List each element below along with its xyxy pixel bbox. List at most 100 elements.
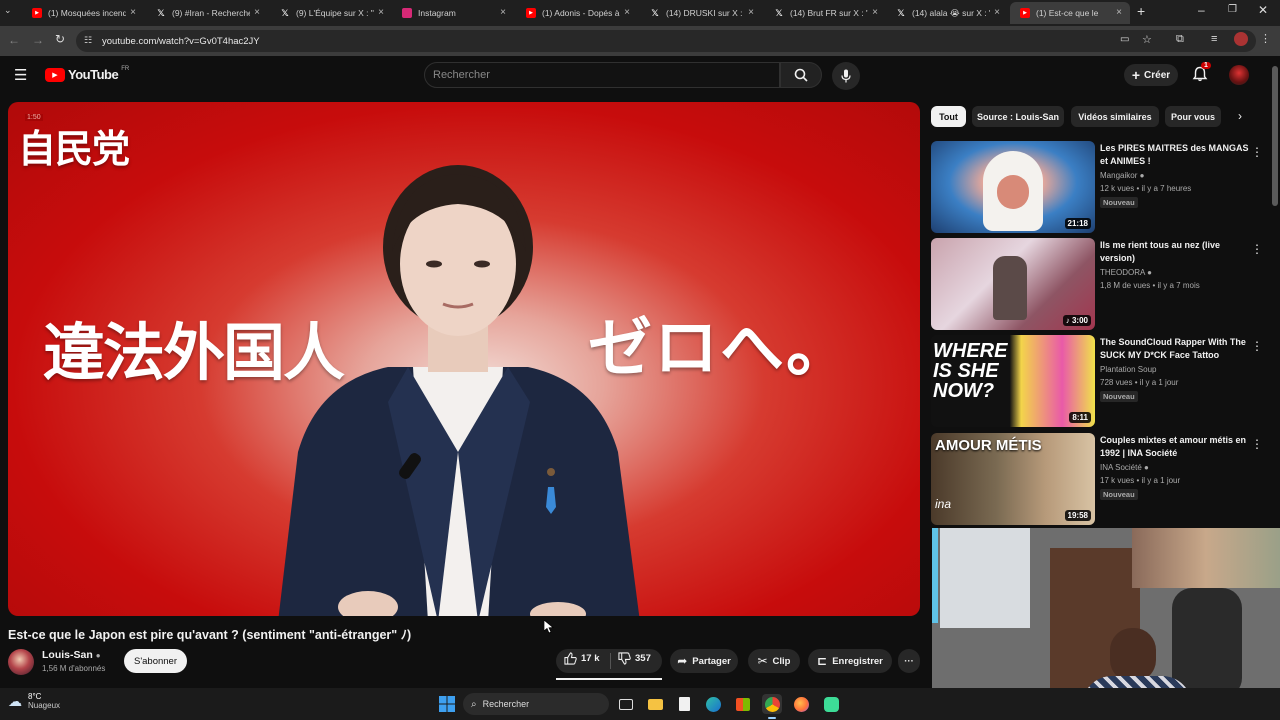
channel-name[interactable]: Louis-San ● <box>42 649 101 661</box>
browser-tab[interactable]: ▶ (1) Adonis - Dopés à × <box>516 2 638 24</box>
guide-menu-icon[interactable]: ☰ <box>14 66 27 84</box>
search-input[interactable]: Rechercher <box>424 62 780 88</box>
weather-temperature: 8°C <box>28 692 42 701</box>
share-button[interactable]: ➦ Partager <box>670 649 738 673</box>
video-player[interactable]: 1:50 自民党 違法外国人 ゼロへ。 <box>8 102 920 616</box>
close-tab-icon[interactable]: × <box>500 7 506 18</box>
site-info-icon[interactable]: ☷ <box>84 35 92 46</box>
reload-icon[interactable]: ↻ <box>55 32 65 46</box>
video-actions-row: Louis-San ● 1,56 M d'abonnés S'abonner 1… <box>8 646 920 680</box>
browser-tab[interactable]: 𝕏 (14) Brut FR sur X : " × <box>764 2 886 24</box>
like-button[interactable]: 17 k <box>564 652 600 665</box>
browser-tab[interactable]: 𝕏 (14) alala 😭 sur X : " × <box>886 2 1008 24</box>
app-icon[interactable] <box>821 694 841 714</box>
recommendation-channel: Mangaikor ● <box>1100 171 1144 180</box>
chip-similar[interactable]: Vidéos similaires <box>1071 106 1159 127</box>
recommendation-thumbnail[interactable]: 21:18 <box>931 141 1095 233</box>
active-app-indicator <box>768 717 776 719</box>
recommendation-thumbnail[interactable]: ♪ 3:00 <box>931 238 1095 330</box>
chip-for-you[interactable]: Pour vous <box>1165 106 1221 127</box>
search-button[interactable] <box>780 62 822 88</box>
close-tab-icon[interactable]: × <box>254 7 260 18</box>
tab-label: (14) DRUSKI sur X : " <box>666 8 744 18</box>
minimize-icon[interactable]: – <box>1198 3 1205 17</box>
duration-text: 3:00 <box>1071 316 1088 325</box>
browser-tab[interactable]: ▶ (1) Est-ce que le × <box>1010 2 1130 24</box>
maximize-icon[interactable]: ❐ <box>1228 4 1237 15</box>
store-glyph <box>736 697 750 711</box>
file-explorer-icon[interactable] <box>645 694 665 714</box>
close-tab-icon[interactable]: × <box>378 7 384 18</box>
weather-widget[interactable]: ☁ 8°C Nuageux <box>8 692 60 710</box>
extensions-icon[interactable]: ⧉ <box>1176 33 1184 46</box>
voice-search-button[interactable] <box>832 62 860 90</box>
recommendation-thumbnail[interactable]: AMOUR MÉTIS ina 19:58 <box>931 433 1095 525</box>
chevron-right-icon[interactable]: › <box>1238 109 1242 123</box>
save-button[interactable]: ⊏ Enregistrer <box>808 649 892 673</box>
bookmark-icon: ⊏ <box>817 654 828 668</box>
new-tab-icon[interactable]: + <box>1137 3 1145 19</box>
recommendation-item[interactable]: ♪ 3:00 Ils me rient tous au nez (live ve… <box>931 238 1271 332</box>
chip-source[interactable]: Source : Louis-San <box>972 106 1064 127</box>
youtube-page: ☰ ▶ YouTube FR Rechercher + Créer 1 1:50… <box>0 56 1280 720</box>
x-icon: 𝕏 <box>775 7 783 18</box>
dislike-button[interactable]: 357 <box>618 652 651 665</box>
chrome-glyph <box>764 696 780 712</box>
browser-tab[interactable]: ▶ (1) Mosquées incend × <box>22 2 144 24</box>
tab-search-toolbar-icon[interactable]: ≡ <box>1211 33 1217 45</box>
bookmark-star-icon[interactable]: ☆ <box>1142 33 1152 46</box>
close-tab-icon[interactable]: × <box>748 7 754 18</box>
close-tab-icon[interactable]: × <box>872 7 878 18</box>
task-view-icon[interactable] <box>616 694 636 714</box>
more-vertical-icon[interactable]: ⋮ <box>1251 242 1263 256</box>
firefox-icon[interactable] <box>791 694 811 714</box>
more-vertical-icon[interactable]: ⋮ <box>1251 339 1263 353</box>
chrome-taskbar-icon[interactable] <box>762 694 782 714</box>
recommendation-item[interactable]: WHERE IS SHE NOW? 8:11 The SoundCloud Ra… <box>931 335 1271 429</box>
youtube-logo[interactable]: ▶ YouTube FR <box>45 66 129 82</box>
browser-tab[interactable]: 𝕏 (14) DRUSKI sur X : " × <box>640 2 762 24</box>
recommendation-thumbnail[interactable]: WHERE IS SHE NOW? 8:11 <box>931 335 1095 427</box>
forward-icon[interactable]: → <box>32 33 44 47</box>
clip-button[interactable]: ✂ Clip <box>748 649 800 673</box>
browser-tab[interactable]: 𝕏 (9) L'Équipe sur X : " × <box>270 2 392 24</box>
cast-icon[interactable]: ▭ <box>1120 34 1129 45</box>
browser-tab[interactable]: Instagram × <box>392 2 514 24</box>
notepad-icon[interactable] <box>674 694 694 714</box>
back-icon[interactable]: ← <box>8 33 20 47</box>
close-tab-icon[interactable]: × <box>130 7 136 18</box>
browser-tab[interactable]: 𝕏 (9) #Iran - Recherche × <box>146 2 268 24</box>
address-field[interactable]: ☷ youtube.com/watch?v=Gv0T4hac2JY <box>76 30 1256 52</box>
account-avatar[interactable] <box>1229 65 1249 85</box>
more-actions-button[interactable]: ··· <box>898 649 920 673</box>
create-button[interactable]: + Créer <box>1124 64 1178 86</box>
recommendation-meta: 1,8 M de vues • il y a 7 mois <box>1100 281 1200 290</box>
close-tab-icon[interactable]: × <box>994 7 1000 18</box>
chrome-menu-icon[interactable]: ⋮ <box>1260 32 1271 45</box>
close-window-icon[interactable]: ✕ <box>1258 3 1268 17</box>
tab-search-icon[interactable]: ⌄ <box>4 5 18 19</box>
chip-tout[interactable]: Tout <box>931 106 966 127</box>
webcam-posters <box>1132 528 1280 588</box>
instagram-icon <box>402 8 412 18</box>
close-tab-icon[interactable]: × <box>624 7 630 18</box>
x-icon: 𝕏 <box>897 7 905 18</box>
search-icon <box>794 68 808 82</box>
clip-label: Clip <box>772 655 791 667</box>
profile-avatar[interactable] <box>1234 32 1248 46</box>
recommendation-item[interactable]: 21:18 Les PIRES MAITRES des MANGAS et AN… <box>931 141 1271 235</box>
more-vertical-icon[interactable]: ⋮ <box>1251 145 1263 159</box>
edge-icon[interactable] <box>703 694 723 714</box>
start-button[interactable] <box>437 694 457 714</box>
notifications-button[interactable]: 1 <box>1192 62 1211 84</box>
recommendation-title: Couples mixtes et amour métis en 1992 | … <box>1100 435 1247 458</box>
channel-avatar[interactable] <box>8 649 34 675</box>
overlay-caption-right: ゼロへ。 <box>588 312 852 386</box>
taskbar-search[interactable]: ⌕ Rechercher <box>463 693 609 715</box>
page-scrollbar[interactable] <box>1272 66 1278 206</box>
more-vertical-icon[interactable]: ⋮ <box>1251 437 1263 451</box>
close-tab-icon[interactable]: × <box>1116 7 1122 18</box>
recommendation-item[interactable]: AMOUR MÉTIS ina 19:58 Couples mixtes et … <box>931 433 1271 527</box>
subscribe-button[interactable]: S'abonner <box>124 649 187 673</box>
store-icon[interactable] <box>733 694 753 714</box>
